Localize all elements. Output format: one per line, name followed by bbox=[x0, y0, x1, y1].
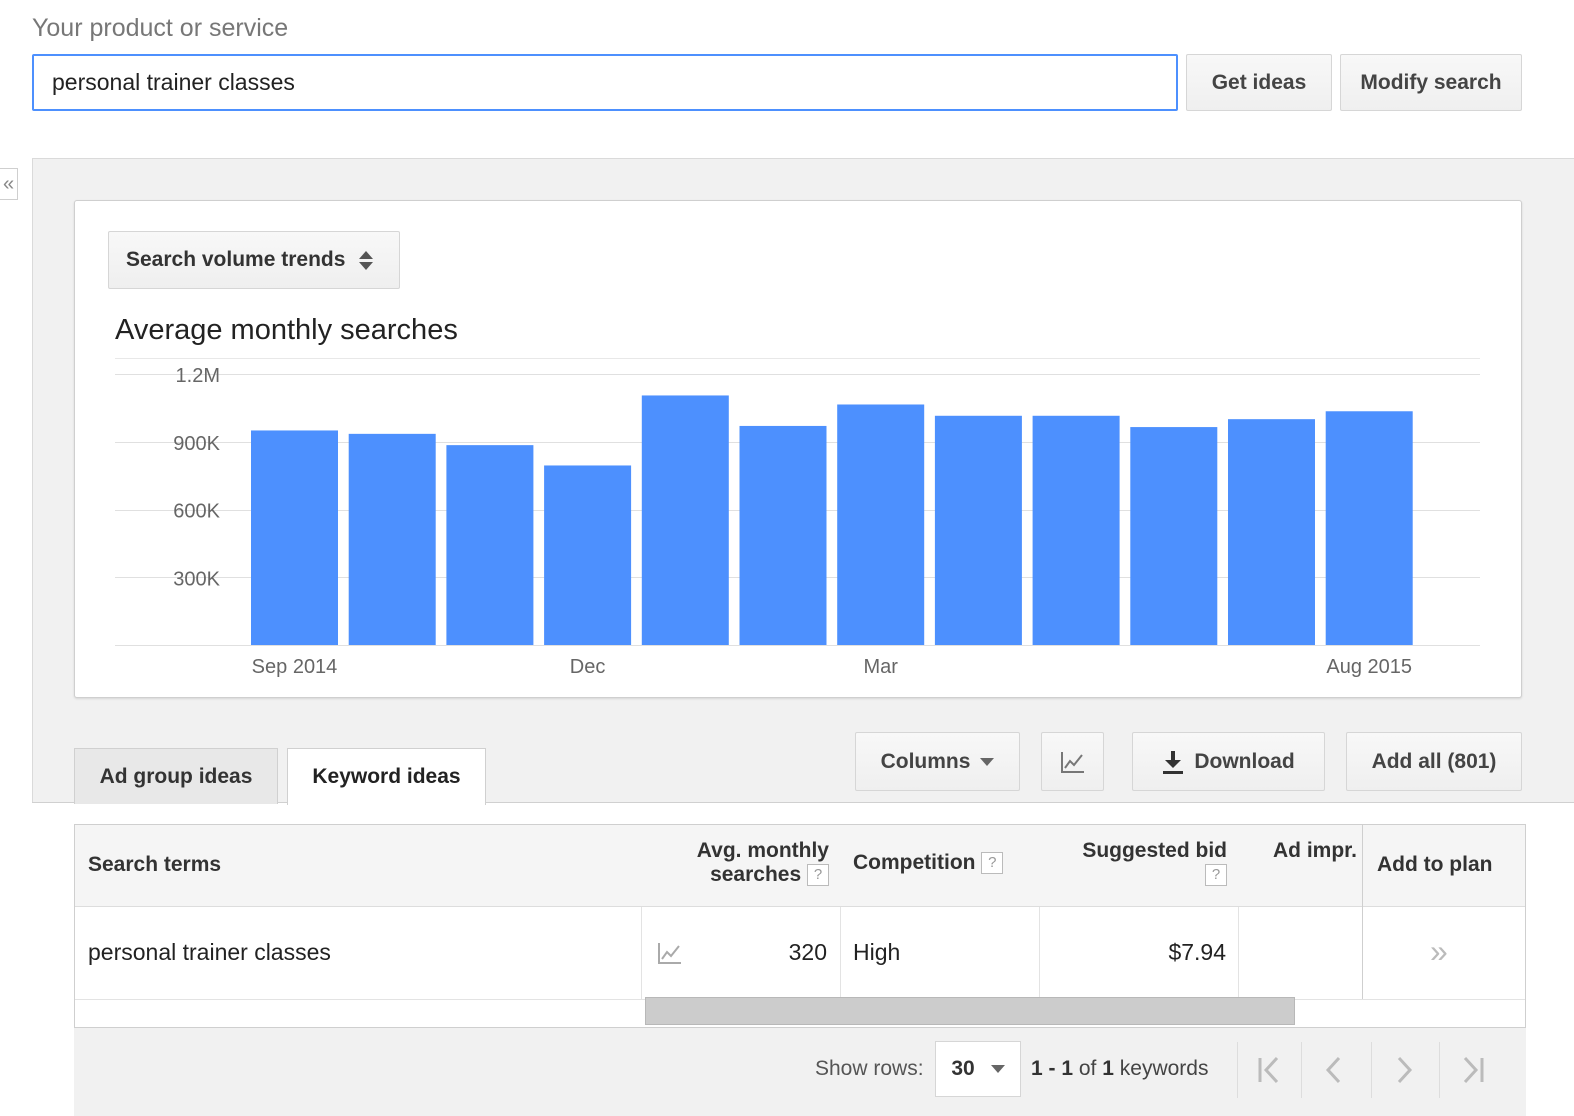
bar[interactable] bbox=[1228, 419, 1315, 645]
col-search-terms[interactable]: Search terms bbox=[88, 853, 221, 877]
columns-label: Columns bbox=[880, 749, 971, 773]
col-avg-monthly-searches[interactable]: Avg. monthly searches ? bbox=[683, 839, 829, 887]
last-page-button[interactable] bbox=[1439, 1042, 1503, 1098]
first-page-icon bbox=[1258, 1056, 1278, 1084]
col-avg-line2: searches bbox=[710, 863, 802, 886]
bar[interactable] bbox=[1130, 427, 1218, 645]
x-tick-label: Dec bbox=[570, 656, 606, 678]
pager-summary: 1 - 1 of 1 keywords bbox=[1031, 1057, 1208, 1081]
pager-unit: keywords bbox=[1119, 1057, 1209, 1080]
get-ideas-button[interactable]: Get ideas bbox=[1186, 54, 1332, 111]
chevron-left-icon bbox=[1325, 1056, 1340, 1084]
x-tick-label: Sep 2014 bbox=[252, 656, 338, 678]
keyword-table: Search terms Avg. monthly searches ? Com… bbox=[74, 824, 1526, 1028]
caret-down-icon bbox=[990, 1065, 1005, 1073]
trend-type-select[interactable]: Search volume trends bbox=[108, 231, 400, 289]
col-suggested-bid-label: Suggested bid bbox=[1082, 839, 1227, 862]
column-divider bbox=[1039, 907, 1040, 999]
tab-ad-group-ideas[interactable]: Ad group ideas bbox=[74, 748, 278, 804]
col-competition-label: Competition bbox=[853, 851, 976, 874]
help-icon[interactable]: ? bbox=[981, 852, 1004, 875]
col-competition[interactable]: Competition ? bbox=[853, 851, 1004, 875]
show-rows-label: Show rows: bbox=[815, 1057, 924, 1080]
bar[interactable] bbox=[544, 465, 632, 645]
chevron-right-icon bbox=[1397, 1056, 1412, 1084]
col-avg-line1: Avg. monthly bbox=[696, 839, 829, 862]
col-add-to-plan: Add to plan bbox=[1377, 853, 1493, 876]
columns-button[interactable]: Columns bbox=[855, 732, 1020, 791]
first-page-button[interactable] bbox=[1237, 1042, 1301, 1098]
line-chart-icon bbox=[1060, 751, 1084, 773]
help-icon[interactable]: ? bbox=[807, 864, 829, 887]
table-header: Search terms Avg. monthly searches ? Com… bbox=[75, 825, 1525, 907]
download-label: Download bbox=[1194, 749, 1295, 773]
add-to-plan-button[interactable]: » bbox=[1430, 933, 1448, 970]
double-chevron-left-icon: « bbox=[2, 172, 15, 195]
row-search-term: personal trainer classes bbox=[88, 939, 331, 965]
bar[interactable] bbox=[251, 430, 338, 645]
bar-chart: 300K 600K 900K 1.2M Sep 2014 Dec Mar Aug 2015 bbox=[115, 358, 1480, 678]
y-tick-label: 600K bbox=[173, 501, 220, 523]
y-tick-label: 300K bbox=[173, 568, 220, 590]
rows-per-page-select[interactable]: 30 bbox=[935, 1041, 1021, 1097]
bar[interactable] bbox=[739, 425, 827, 645]
rows-per-page-value: 30 bbox=[951, 1057, 975, 1080]
sort-arrows-icon bbox=[359, 250, 374, 270]
download-icon bbox=[1163, 750, 1184, 774]
bar[interactable] bbox=[641, 395, 729, 645]
caret-down-icon bbox=[980, 757, 995, 766]
column-divider bbox=[641, 907, 642, 999]
pagination-bar: Show rows: 30 1 - 1 of 1 keywords bbox=[74, 1028, 1526, 1116]
chart-title: Average monthly searches bbox=[115, 314, 458, 346]
pager-range: 1 - 1 bbox=[1031, 1057, 1074, 1080]
horizontal-scrollbar[interactable] bbox=[645, 997, 1295, 1025]
y-tick-label: 1.2M bbox=[176, 365, 220, 387]
x-tick-label: Aug 2015 bbox=[1326, 656, 1412, 678]
trend-chart-icon[interactable] bbox=[657, 941, 683, 965]
bar[interactable] bbox=[837, 404, 925, 645]
search-input[interactable] bbox=[32, 54, 1178, 111]
y-tick-label: 900K bbox=[173, 433, 220, 455]
download-button[interactable]: Download bbox=[1132, 732, 1325, 791]
bar[interactable] bbox=[934, 415, 1022, 645]
column-divider bbox=[1238, 907, 1239, 999]
help-icon[interactable]: ? bbox=[1205, 864, 1227, 887]
row-suggested-bid: $7.94 bbox=[1168, 939, 1226, 965]
search-label: Your product or service bbox=[32, 14, 289, 42]
tab-keyword-ideas[interactable]: Keyword ideas bbox=[287, 748, 486, 805]
bar[interactable] bbox=[348, 433, 436, 645]
pager-total: 1 bbox=[1102, 1057, 1114, 1080]
chart-toggle-button[interactable] bbox=[1041, 732, 1104, 791]
last-page-icon bbox=[1463, 1056, 1483, 1084]
row-competition: High bbox=[853, 939, 901, 965]
col-suggested-bid[interactable]: Suggested bid ? bbox=[1065, 839, 1227, 887]
add-all-button[interactable]: Add all (801) bbox=[1346, 732, 1522, 791]
column-divider bbox=[1362, 825, 1363, 999]
previous-page-button[interactable] bbox=[1301, 1042, 1365, 1098]
col-ad-impressions[interactable]: Ad impr. bbox=[1273, 839, 1357, 863]
bar[interactable] bbox=[1325, 411, 1413, 645]
bar[interactable] bbox=[1032, 415, 1120, 645]
bar[interactable] bbox=[446, 445, 534, 645]
next-page-button[interactable] bbox=[1371, 1042, 1435, 1098]
pager-of: of bbox=[1078, 1057, 1097, 1080]
x-tick-label: Mar bbox=[863, 656, 898, 678]
column-divider bbox=[840, 907, 841, 999]
trend-select-label: Search volume trends bbox=[126, 248, 346, 271]
row-avg-searches: 320 bbox=[788, 939, 827, 965]
collapse-sidebar-button[interactable]: « bbox=[0, 168, 18, 200]
modify-search-button[interactable]: Modify search bbox=[1340, 54, 1522, 111]
